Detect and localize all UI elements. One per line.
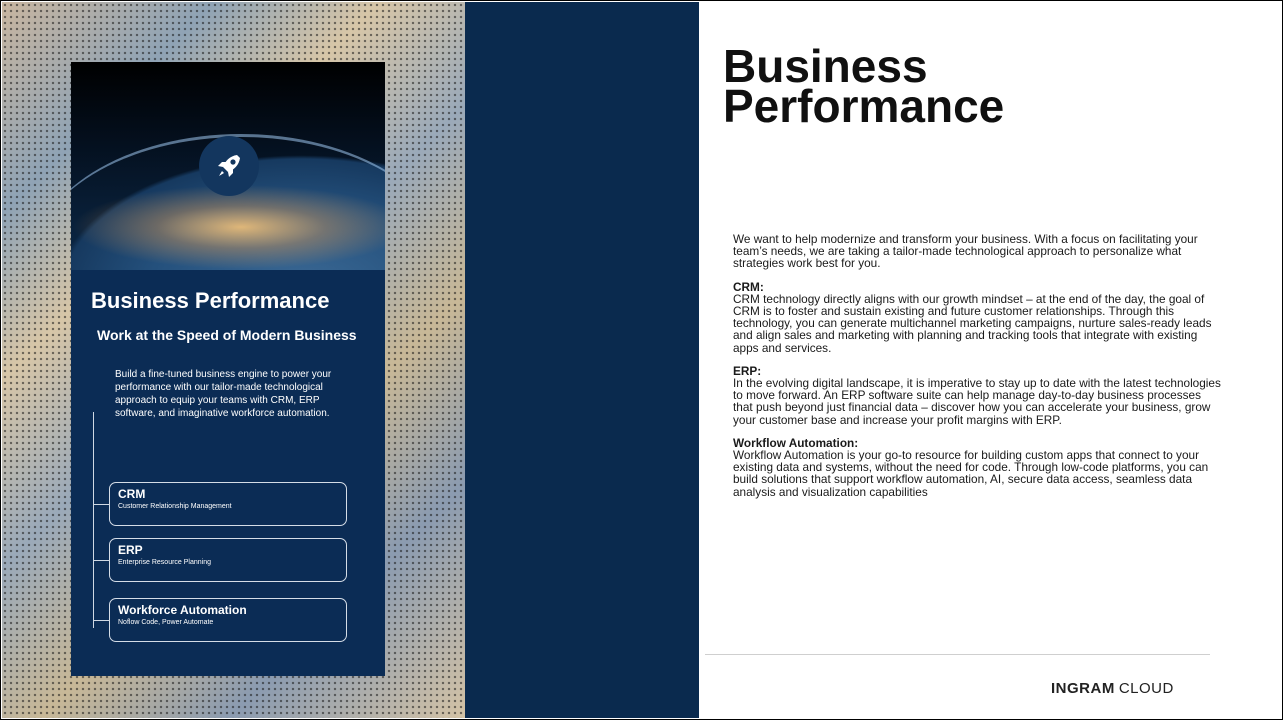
section-text: CRM technology directly aligns with our …	[733, 291, 1212, 355]
connector-line	[93, 412, 94, 628]
intro-paragraph: We want to help modernize and transform …	[733, 232, 1198, 271]
brochure-title: Business Performance	[91, 288, 330, 313]
section-erp: ERP: In the evolving digital landscape, …	[733, 365, 1223, 426]
brochure-subtitle: Work at the Speed of Modern Business	[97, 327, 357, 343]
content-body: We want to help modernize and transform …	[733, 233, 1223, 509]
box-title: Workforce Automation	[118, 603, 247, 617]
box-subtitle: Enterprise Resource Planning	[118, 559, 211, 566]
box-subtitle: Customer Relationship Management	[118, 503, 232, 510]
rocket-icon	[199, 136, 259, 196]
logo-product: CLOUD	[1118, 680, 1174, 697]
section-crm: CRM: CRM technology directly aligns with…	[733, 280, 1223, 355]
section-workflow: Workflow Automation: Workflow Automation…	[733, 437, 1223, 498]
box-title: CRM	[118, 487, 146, 501]
brochure-box-crm: CRM Customer Relationship Management	[94, 482, 347, 526]
brochure-body: Build a fine-tuned business engine to po…	[115, 369, 332, 419]
brochure-box-erp: ERP Enterprise Resource Planning	[94, 538, 347, 582]
footer-divider	[705, 654, 1210, 655]
logo-brand: INGRAM	[1051, 680, 1115, 697]
page-title: Business Performance	[723, 40, 1005, 132]
navy-panel	[465, 2, 699, 718]
ingram-cloud-logo: INGRAM CLOUD	[1051, 680, 1174, 697]
section-text: In the evolving digital landscape, it is…	[733, 376, 1221, 427]
box-subtitle: Noflow Code, Power Automate	[118, 619, 214, 626]
brochure-box-workforce: Workforce Automation Noflow Code, Power …	[94, 598, 347, 642]
brochure-image: Business Performance Work at the Speed o…	[71, 62, 385, 676]
section-text: Workflow Automation is your go-to resour…	[733, 448, 1209, 499]
box-title: ERP	[118, 543, 143, 557]
